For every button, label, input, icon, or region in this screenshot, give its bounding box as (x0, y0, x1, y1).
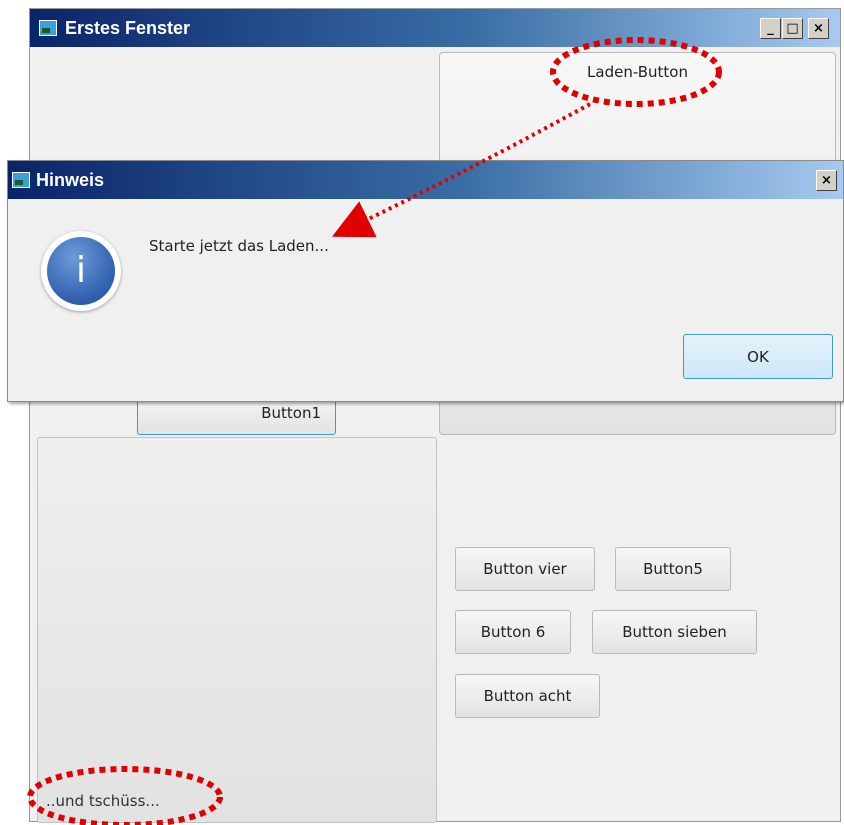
info-glyph: i (47, 237, 115, 305)
button-sieben-label: Button sieben (622, 623, 727, 641)
dialog-title: Hinweis (36, 170, 105, 190)
button-acht[interactable]: Button acht (455, 674, 600, 718)
button1-label: Button1 (261, 404, 321, 422)
button-acht-label: Button acht (483, 687, 572, 705)
maximize-icon: □ (786, 21, 799, 36)
button5[interactable]: Button5 (615, 547, 731, 591)
dialog-app-icon (12, 172, 30, 188)
button-sieben[interactable]: Button sieben (592, 610, 757, 654)
minimize-button[interactable]: _ (760, 18, 781, 39)
footer-label: ..und tschüss... (46, 792, 160, 810)
close-icon: × (813, 21, 824, 36)
close-icon: × (821, 173, 832, 188)
left-panel: ..und tschüss... (37, 437, 437, 823)
button6-label: Button 6 (480, 623, 546, 641)
hinweis-dialog: Hinweis × i Starte jetzt das Laden... OK (7, 160, 844, 402)
button5-label: Button5 (643, 560, 703, 578)
dialog-titlebar[interactable]: Hinweis × (8, 161, 843, 199)
dialog-message: Starte jetzt das Laden... (149, 237, 329, 255)
dialog-close-button[interactable]: × (816, 170, 837, 191)
main-window: Erstes Fenster _ □ × Laden-Button Button… (29, 8, 841, 823)
button-vier[interactable]: Button vier (455, 547, 595, 591)
button-vier-label: Button vier (483, 560, 567, 578)
ok-button[interactable]: OK (683, 334, 833, 379)
window-title: Erstes Fenster (65, 18, 191, 38)
ok-button-label: OK (747, 347, 769, 366)
minimize-icon: _ (767, 21, 774, 36)
app-icon (39, 20, 57, 36)
maximize-button[interactable]: □ (782, 18, 803, 39)
info-icon: i (41, 231, 121, 311)
close-button[interactable]: × (808, 18, 829, 39)
button6[interactable]: Button 6 (455, 610, 571, 654)
laden-button-label: Laden-Button (587, 63, 688, 81)
main-titlebar[interactable]: Erstes Fenster _ □ × (30, 9, 840, 47)
